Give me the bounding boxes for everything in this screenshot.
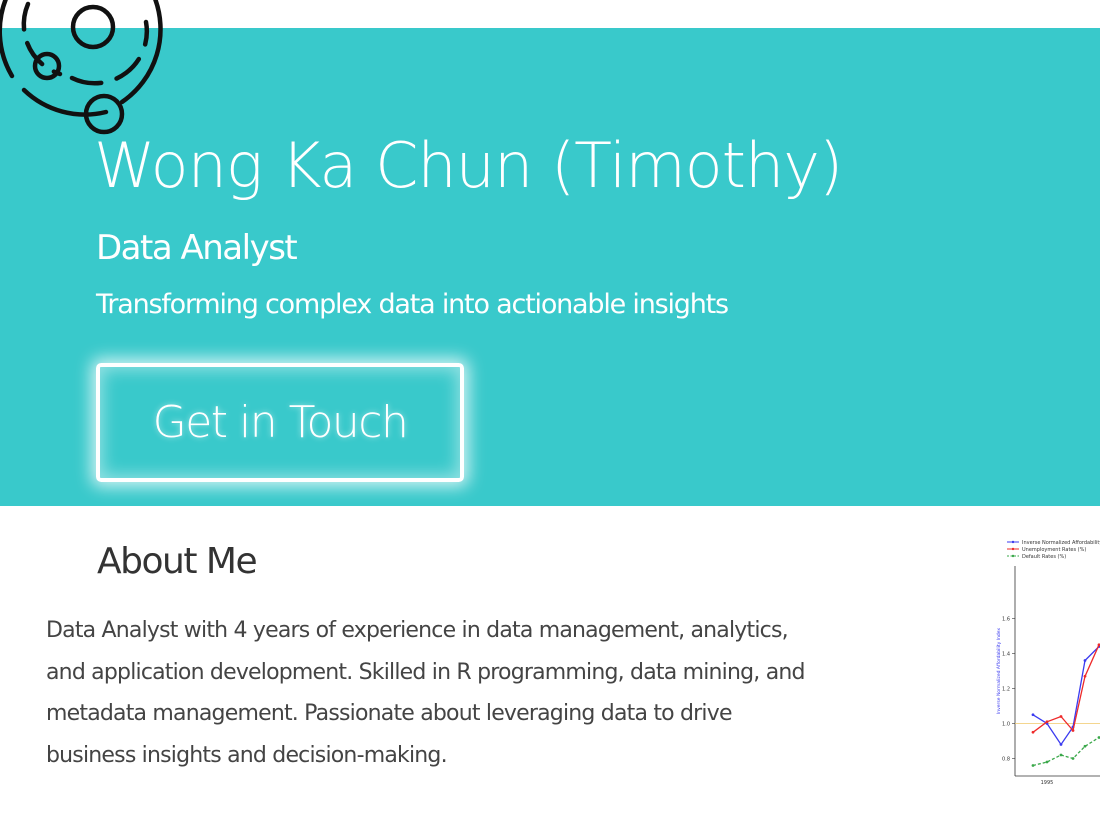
series-point-0 bbox=[1083, 659, 1087, 662]
legend-marker-1 bbox=[1011, 547, 1015, 551]
legend-label-2: Default Rates (%) bbox=[1022, 554, 1066, 560]
orbit-circles-logo-icon[interactable] bbox=[0, 0, 200, 144]
y-tick-label: 1.6 bbox=[1002, 617, 1010, 623]
series-point-2 bbox=[1045, 760, 1049, 764]
legend-label-0: Inverse Normalized Affordability Index bbox=[1022, 540, 1100, 546]
affordability-chart: 0.8 1.0 1.2 1.4 1.6 1995 Inverse Normalized Af… bbox=[985, 528, 1100, 790]
about-heading: About Me bbox=[97, 541, 258, 582]
portfolio-page: Wong Ka Chun (Timothy) Data Analyst Tran… bbox=[0, 0, 1100, 825]
series-point-1 bbox=[1083, 674, 1087, 678]
hero-tagline: Transforming complex data into actionabl… bbox=[96, 289, 729, 320]
series-point-2 bbox=[1083, 744, 1087, 748]
series-point-0 bbox=[1059, 743, 1063, 746]
y-tick-label: 1.2 bbox=[1002, 687, 1010, 693]
y-tick-label: 1.4 bbox=[1002, 652, 1010, 658]
series-point-2 bbox=[1059, 753, 1063, 757]
series-point-0 bbox=[1031, 713, 1035, 717]
legend-marker-0 bbox=[1011, 540, 1015, 544]
chart-svg: 0.8 1.0 1.2 1.4 1.6 1995 Inverse Normalized Af… bbox=[996, 540, 1100, 786]
y-tick-label: 1.0 bbox=[1002, 722, 1010, 728]
hero-name: Wong Ka Chun (Timothy) bbox=[94, 129, 843, 202]
about-body: Data Analyst with 4 years of experience … bbox=[46, 618, 805, 768]
series-point-1 bbox=[1045, 720, 1049, 724]
get-in-touch-button[interactable]: Get in Touch bbox=[96, 363, 464, 482]
y-tick-label: 0.8 bbox=[1002, 757, 1010, 763]
series-point-2 bbox=[1031, 764, 1035, 767]
series-point-1 bbox=[1071, 729, 1075, 732]
hero-role: Data Analyst bbox=[96, 228, 298, 268]
series-point-1 bbox=[1031, 730, 1035, 734]
x-tick-label: 1995 bbox=[1041, 780, 1054, 786]
series-line-1 bbox=[1032, 644, 1100, 733]
series-point-1 bbox=[1059, 715, 1063, 718]
series-line-0 bbox=[1032, 646, 1100, 746]
about-section: About Me Data Analyst with 4 years of ex… bbox=[0, 506, 1100, 825]
legend-label-1: Unemployment Rates (%) bbox=[1022, 547, 1086, 553]
series-point-2 bbox=[1071, 757, 1075, 760]
series-line-2 bbox=[1032, 736, 1100, 767]
legend-marker-2 bbox=[1011, 554, 1015, 558]
y-axis-label: Inverse Normalized Affordability Index bbox=[996, 628, 1002, 714]
